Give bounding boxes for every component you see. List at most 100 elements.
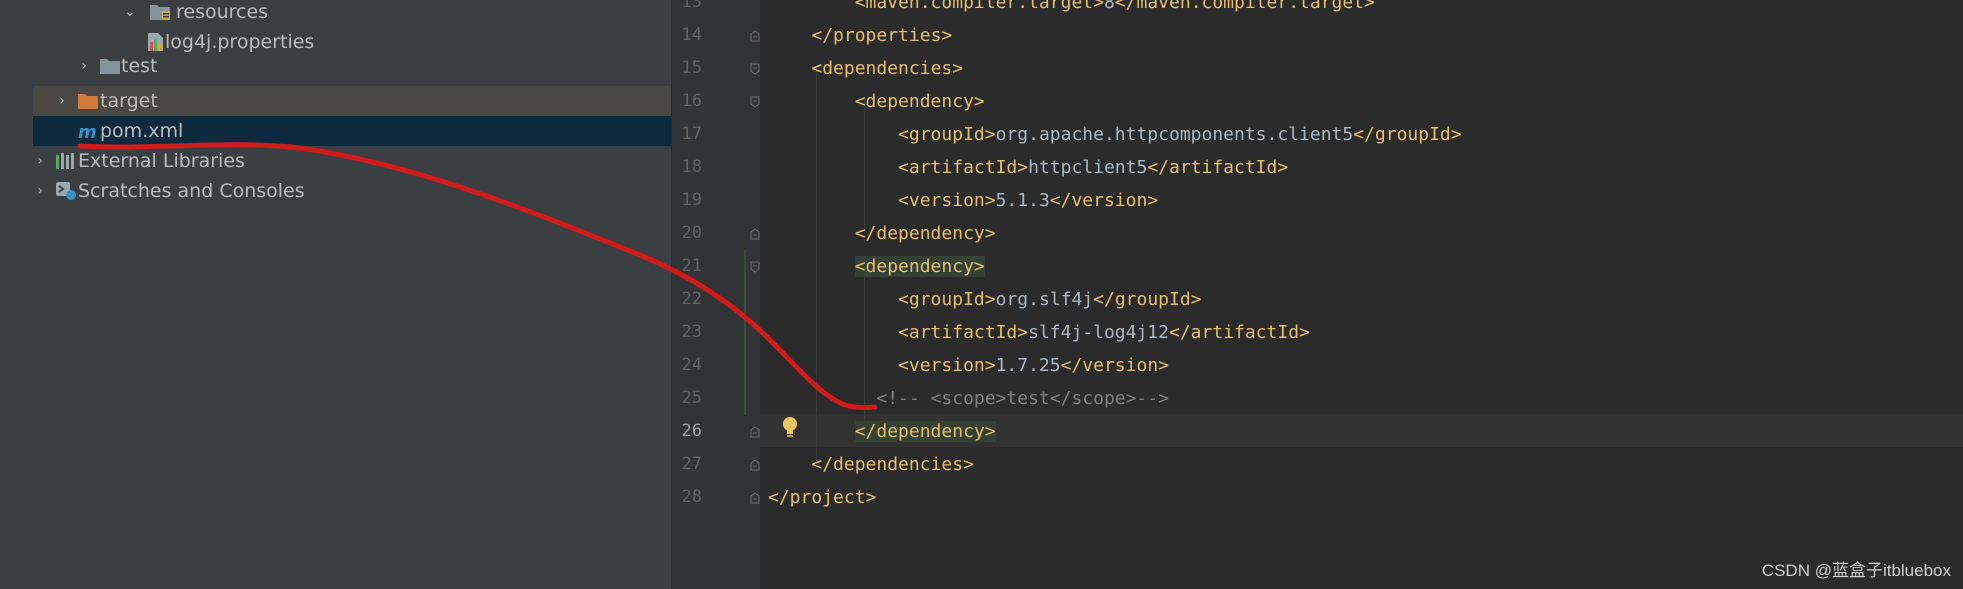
code-line-14: </properties>	[768, 19, 952, 52]
tree-item-label: test	[121, 55, 158, 77]
chevron-right-icon[interactable]: ›	[75, 51, 93, 81]
code-line-19: <version>5.1.3</version>	[768, 184, 1158, 217]
tree-item-label: target	[100, 90, 158, 112]
xml-comment: <!-- <scope>test</scope>-->	[876, 388, 1169, 409]
xml-tag: </project>	[768, 487, 877, 508]
xml-text: org.apache.httpcomponents.client5	[995, 124, 1354, 145]
libraries-icon	[56, 153, 74, 169]
properties-file-icon	[148, 33, 163, 51]
xml-tag: <maven.compiler.target>	[854, 0, 1104, 13]
tree-item-scratches[interactable]: › Scratches and Consoles	[33, 176, 671, 206]
fold-start-icon[interactable]	[750, 261, 760, 273]
xml-tag: </artifactId>	[1168, 322, 1310, 343]
xml-tag-matched: <dependency>	[854, 256, 985, 277]
fold-end-icon[interactable]	[750, 459, 760, 471]
code-line-25: <!-- <scope>test</scope>-->	[768, 382, 1169, 415]
tree-item-pom-xml[interactable]: m pom.xml	[33, 116, 671, 146]
code-line-23: <artifactId>slf4j-log4j12</artifactId>	[768, 316, 1310, 349]
line-number: 25	[681, 388, 702, 408]
scratches-icon	[56, 182, 76, 200]
fold-end-icon[interactable]	[750, 426, 760, 438]
xml-text: 5.1.3	[995, 190, 1050, 211]
line-number: 15	[681, 58, 702, 78]
code-line-24: <version>1.7.25</version>	[768, 349, 1169, 382]
tool-window-strip	[0, 0, 34, 589]
xml-tag: </version>	[1049, 190, 1159, 211]
xml-tag: </maven.compiler.target>	[1114, 0, 1375, 13]
xml-tag: </artifactId>	[1147, 157, 1289, 178]
line-number-current: 26	[681, 421, 702, 441]
line-number: 23	[681, 322, 702, 342]
lightbulb-icon[interactable]	[780, 415, 800, 439]
xml-tag: <version>	[898, 355, 996, 376]
tree-item-target[interactable]: › target	[33, 86, 671, 116]
xml-tag: <dependencies>	[811, 58, 964, 79]
xml-tag: <version>	[898, 190, 996, 211]
xml-text: 8	[1103, 0, 1115, 13]
chevron-right-icon[interactable]: ›	[31, 146, 49, 176]
code-line-18: <artifactId>httpclient5</artifactId>	[768, 151, 1288, 184]
xml-tag: </groupId>	[1093, 289, 1202, 310]
line-number: 17	[681, 124, 702, 144]
code-line-21: <dependency>	[768, 250, 985, 283]
folder-icon	[100, 59, 120, 74]
xml-tag: <artifactId>	[898, 157, 1029, 178]
xml-tag-matched: </dependency>	[854, 421, 996, 442]
chevron-right-icon[interactable]: ›	[53, 86, 71, 116]
fold-start-icon[interactable]	[750, 96, 760, 108]
tree-item-label: pom.xml	[100, 120, 184, 142]
xml-tag: </version>	[1060, 355, 1169, 376]
fold-end-icon[interactable]	[750, 228, 760, 240]
xml-tag: <groupId>	[898, 289, 996, 310]
code-line-26: </dependency>	[768, 415, 996, 448]
project-tool-window: ⌄ resources log4j.properties › test › ta…	[33, 0, 671, 589]
xml-tag: </dependency>	[854, 223, 996, 244]
line-number: 28	[681, 487, 702, 507]
line-number: 19	[681, 190, 702, 210]
xml-tag: <groupId>	[898, 124, 996, 145]
code-line-22: <groupId>org.slf4j</groupId>	[768, 283, 1202, 316]
line-number: 20	[681, 223, 702, 243]
line-number: 24	[681, 355, 702, 375]
tree-item-test[interactable]: › test	[33, 51, 671, 81]
xml-tag: <dependency>	[854, 91, 985, 112]
chevron-right-icon[interactable]: ›	[31, 176, 49, 206]
tree-item-label: resources	[176, 1, 269, 23]
tree-item-external-libraries[interactable]: › External Libraries	[33, 146, 671, 176]
code-editor[interactable]: <maven.compiler.target>8</maven.compiler…	[760, 0, 1963, 589]
code-line-28: </project>	[768, 481, 876, 514]
tree-item-label: External Libraries	[78, 150, 245, 172]
line-number: 27	[681, 454, 702, 474]
code-line-27: </dependencies>	[768, 448, 974, 481]
xml-text: org.slf4j	[995, 289, 1094, 310]
fold-end-icon[interactable]	[750, 492, 760, 504]
line-number: 14	[681, 25, 702, 45]
line-number: 18	[681, 157, 702, 177]
fold-end-icon[interactable]	[750, 30, 760, 42]
code-line-17: <groupId>org.apache.httpcomponents.clien…	[768, 118, 1462, 151]
tree-item-label: Scratches and Consoles	[78, 180, 305, 202]
xml-tag: </groupId>	[1353, 124, 1462, 145]
xml-tag: </properties>	[811, 25, 953, 46]
editor-gutter: 13 14 15 16 17 18 19 20 21 22 23 24 25 2…	[672, 0, 760, 589]
code-line-20: </dependency>	[768, 217, 996, 250]
chevron-down-icon[interactable]: ⌄	[121, 0, 139, 27]
maven-icon: m	[78, 122, 97, 141]
xml-text: httpclient5	[1028, 157, 1148, 178]
fold-start-icon[interactable]	[750, 63, 760, 75]
vcs-change-marker[interactable]	[744, 250, 746, 415]
watermark: CSDN @蓝盒子itbluebox	[1761, 561, 1951, 580]
xml-text: 1.7.25	[995, 355, 1061, 376]
code-line-15: <dependencies>	[768, 52, 963, 85]
code-line-16: <dependency>	[768, 85, 985, 118]
code-line-13: <maven.compiler.target>8</maven.compiler…	[768, 0, 1375, 19]
tree-item-resources[interactable]: ⌄ resources	[33, 0, 671, 27]
folder-excluded-icon	[78, 94, 98, 109]
xml-tag: <artifactId>	[898, 322, 1029, 343]
line-number: 16	[681, 91, 702, 111]
xml-text: slf4j-log4j12	[1028, 322, 1169, 343]
line-number: 22	[681, 289, 702, 309]
line-number: 21	[681, 256, 702, 276]
xml-tag: </dependencies>	[811, 454, 974, 475]
svg-text:m: m	[78, 122, 97, 141]
